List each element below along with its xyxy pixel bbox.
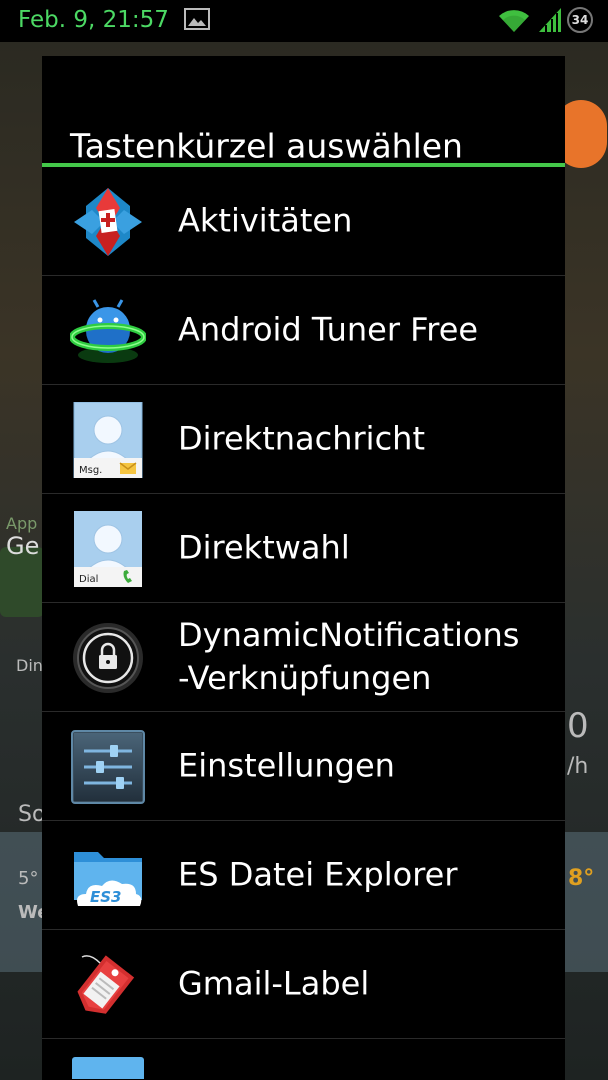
background-text: 8° — [568, 866, 595, 891]
direct-dial-contact-icon: Dial — [74, 511, 142, 587]
status-bar: Feb. 9, 21:57 34 — [0, 0, 608, 42]
dialog-title: Tastenkürzel auswählen — [70, 126, 463, 166]
background-text: /h — [567, 754, 589, 779]
list-item-dynamicnotifications-verknuepfungen[interactable]: DynamicNotifications -Verknüpfungen — [42, 603, 565, 712]
item-label: ES Datei Explorer — [178, 855, 458, 894]
background-text: 0 — [567, 706, 589, 746]
item-label: Gmail-Label — [178, 964, 370, 1003]
wifi-icon — [499, 10, 529, 32]
item-label: Einstellungen — [178, 746, 395, 785]
battery-icon: 34 — [567, 7, 593, 33]
settings-sliders-icon — [71, 730, 145, 804]
es-caption: ES3 — [90, 888, 122, 906]
status-time: Feb. 9, 21:57 — [18, 7, 169, 33]
item-label: Android Tuner Free — [178, 310, 479, 349]
lock-icon — [73, 623, 143, 693]
list-item-direktnachricht[interactable]: Msg. Direktnachricht — [42, 385, 565, 494]
cell-signal-icon — [539, 8, 561, 32]
partial-item-icon — [72, 1057, 144, 1079]
background-text: Din — [16, 656, 43, 675]
item-label: DynamicNotifications -Verknüpfungen — [178, 616, 520, 697]
shortcut-list[interactable]: Aktivitäten Android Tuner Free Msg. Dire… — [42, 167, 565, 1079]
msg-caption: Msg. — [79, 465, 102, 476]
list-item-einstellungen[interactable]: Einstellungen — [42, 712, 565, 821]
list-item-direktwahl[interactable]: Dial Direktwahl — [42, 494, 565, 603]
list-item-partial[interactable] — [42, 1039, 565, 1079]
gallery-notification-icon — [184, 8, 210, 30]
item-label: Direktnachricht — [178, 419, 425, 458]
list-item-es-datei-explorer[interactable]: ES3 ES Datei Explorer — [42, 821, 565, 930]
item-label: Direktwahl — [178, 528, 350, 567]
background-text: Ge — [6, 532, 40, 560]
shortcut-dialog: Tastenkürzel auswählen Aktivitäten Andro… — [42, 56, 565, 1080]
direct-message-contact-icon: Msg. — [73, 402, 143, 478]
screen: Feb. 9, 21:57 34 App Ge Din So 5° We 0 /… — [0, 0, 608, 1080]
android-tuner-icon — [70, 299, 146, 363]
es-file-explorer-icon: ES3 — [74, 852, 142, 906]
background-text: App — [6, 514, 38, 533]
list-item-android-tuner-free[interactable]: Android Tuner Free — [42, 276, 565, 385]
background-text: 5° — [18, 868, 39, 889]
list-item-gmail-label[interactable]: Gmail-Label — [42, 930, 565, 1039]
dial-caption: Dial — [79, 574, 98, 585]
item-label: Aktivitäten — [178, 201, 353, 240]
list-item-aktivitaeten[interactable]: Aktivitäten — [42, 167, 565, 276]
gmail-label-tag-icon — [77, 955, 135, 1014]
nova-activities-icon — [74, 188, 142, 256]
